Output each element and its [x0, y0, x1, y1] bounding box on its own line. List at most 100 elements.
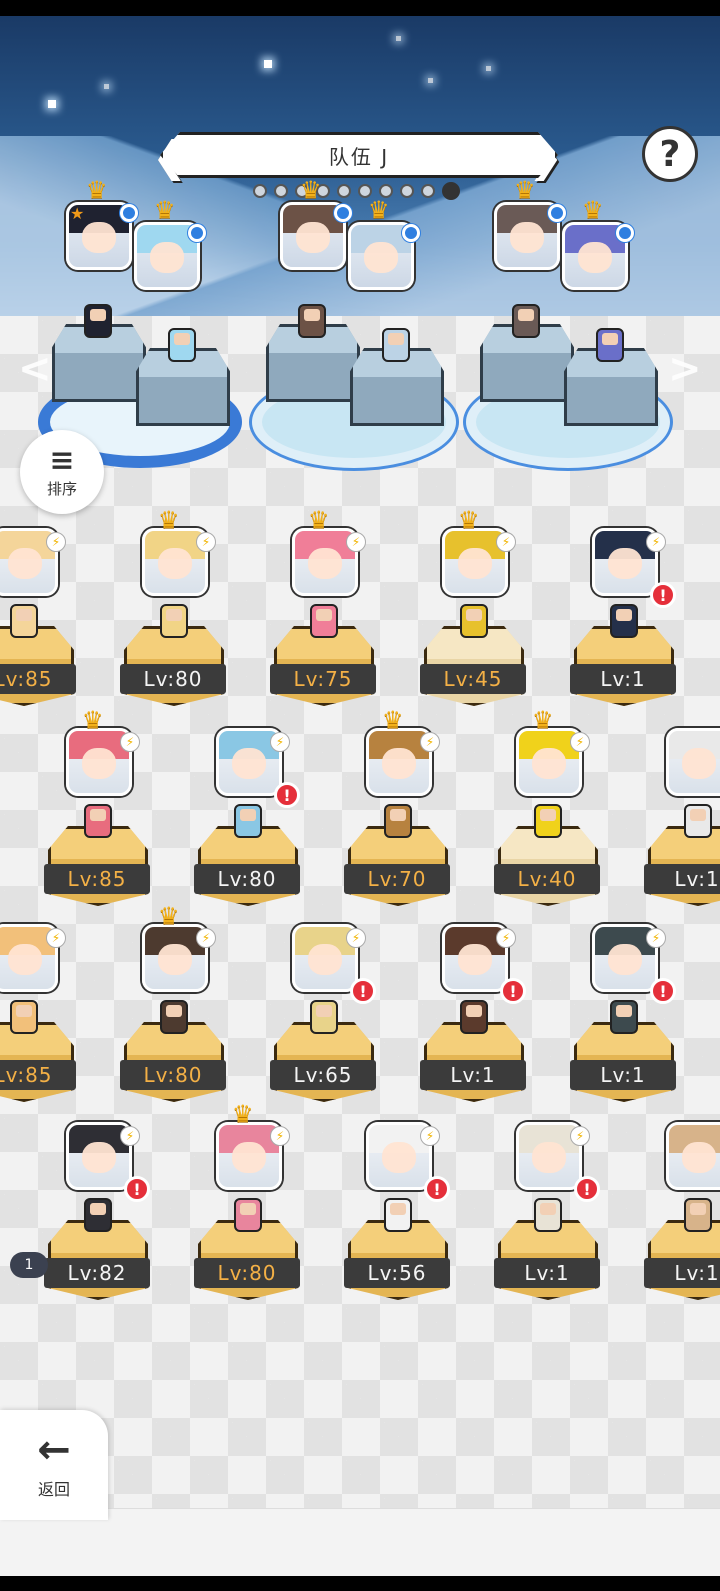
pixel-character-sprite[interactable] [382, 328, 410, 362]
level-label: Lv:1 [570, 664, 676, 694]
level-label: Lv:85 [0, 1060, 76, 1090]
team-slot[interactable]: ♛ ♛ [249, 178, 459, 486]
arrow-left-icon: ← [37, 1427, 71, 1473]
help-button[interactable]: ? [642, 126, 698, 182]
pixel-character-sprite [310, 604, 338, 638]
page-dot[interactable] [400, 184, 414, 198]
roster-character-card[interactable]: ♛ ⚡ Lv:40 [474, 708, 624, 916]
sort-button[interactable]: ≡ 排序 [20, 430, 104, 514]
roster-character-card[interactable]: ♛ ⚡ Lv:80 [100, 508, 250, 716]
sky-star [428, 78, 433, 83]
sky-star [264, 60, 272, 68]
level-label: Lv:1 [644, 1258, 720, 1288]
crown-icon: ♛ [514, 176, 536, 204]
roster-character-card[interactable]: ⚡!Lv:1 [474, 1110, 624, 1310]
crown-icon: ♛ [158, 506, 180, 534]
pixel-character-sprite [384, 804, 412, 838]
alert-icon: ! [424, 1176, 450, 1202]
page-dot[interactable] [337, 184, 351, 198]
roster-character-card[interactable]: ⚡! Lv:65 [250, 912, 400, 1112]
sky-star [48, 100, 56, 108]
level-label: Lv:80 [194, 1258, 300, 1288]
selected-badge-icon [120, 204, 138, 222]
roster-character-card[interactable]: ⚡ Lv:85 [0, 912, 100, 1112]
pixel-character-sprite[interactable] [596, 328, 624, 362]
roster-character-card[interactable]: ♛ ⚡ Lv:70 [324, 708, 474, 916]
roster-character-card[interactable]: ⚡!Lv:1 [550, 912, 700, 1112]
selected-badge-icon [402, 224, 420, 242]
roster-character-card[interactable]: ♛ ⚡ Lv:75 [250, 508, 400, 716]
alert-icon: ! [274, 782, 300, 808]
pixel-character-sprite[interactable] [512, 304, 540, 338]
roster-character-card[interactable]: ⚡!Lv:1 [624, 1110, 720, 1310]
pixel-character-sprite [234, 1198, 262, 1232]
selected-badge-icon [188, 224, 206, 242]
lightning-icon: ⚡ [570, 732, 590, 752]
team-name: 队伍 J [328, 144, 390, 169]
team-page-indicator [253, 182, 460, 200]
back-button[interactable]: ← 返回 [0, 1410, 108, 1520]
lightning-icon: ⚡ [496, 532, 516, 552]
roster-character-card[interactable]: ⚡ Lv:85 [0, 516, 100, 716]
pixel-character-sprite [384, 1198, 412, 1232]
pixel-character-sprite [310, 1000, 338, 1034]
system-navigation-bar [0, 1576, 720, 1591]
team-formation-screen: ❮ ❯ 队伍 J ? < > ♛★♛♛♛♛♛ ≡ 排序 ⚡Lv:85♛⚡Lv:8… [0, 16, 720, 1576]
lightning-icon: ⚡ [570, 1126, 590, 1146]
pixel-character-sprite [460, 604, 488, 638]
lightning-icon: ⚡ [46, 928, 66, 948]
crown-icon: ♛ [582, 196, 604, 224]
lightning-icon: ⚡ [346, 532, 366, 552]
sky-star [396, 36, 401, 41]
selected-badge-icon [616, 224, 634, 242]
alert-icon: ! [124, 1176, 150, 1202]
page-dot[interactable] [274, 184, 288, 198]
roster-character-card[interactable]: ♛ ⚡ Lv:45 [400, 508, 550, 716]
page-dot[interactable] [442, 182, 460, 200]
lightning-icon: ⚡ [46, 532, 66, 552]
pixel-character-sprite [610, 1000, 638, 1034]
level-label: Lv:45 [420, 664, 526, 694]
crown-icon: ♛ [458, 506, 480, 534]
stack-count-badge: 1 [10, 1252, 48, 1278]
roster-character-card[interactable]: ♛ ⚡ Lv:80 [174, 1102, 324, 1310]
crown-icon: ♛ [154, 196, 176, 224]
crown-icon: ♛ [382, 706, 404, 734]
roster-character-card[interactable]: ⚡! Lv:80 [174, 716, 324, 916]
level-label: Lv:56 [344, 1258, 450, 1288]
pixel-character-sprite[interactable] [168, 328, 196, 362]
roster-character-card[interactable]: ⚡!Lv:1 [400, 912, 550, 1112]
page-dot[interactable] [421, 184, 435, 198]
roster-character-card[interactable]: ⚡!Lv:1 [624, 716, 720, 916]
level-label: Lv:82 [44, 1258, 150, 1288]
next-team-arrow-icon[interactable]: > [668, 346, 702, 392]
level-label: Lv:85 [44, 864, 150, 894]
level-label: Lv:40 [494, 864, 600, 894]
roster-character-card[interactable]: ⚡!Lv:1 [550, 516, 700, 716]
level-label: Lv:85 [0, 664, 76, 694]
roster-character-card[interactable]: ♛ ⚡ Lv:85 [24, 708, 174, 916]
roster-character-card[interactable]: ♛ ⚡ Lv:80 [100, 904, 250, 1112]
character-portrait [666, 1122, 720, 1190]
roster-character-card[interactable]: ⚡! Lv:56 [324, 1110, 474, 1310]
pixel-character-sprite [534, 804, 562, 838]
level-label: Lv:1 [570, 1060, 676, 1090]
alert-icon: ! [350, 978, 376, 1004]
selected-badge-icon [548, 204, 566, 222]
roster-character-card[interactable]: ⚡! Lv:82 [24, 1110, 174, 1310]
pixel-character-sprite[interactable] [84, 304, 112, 338]
lightning-icon: ⚡ [420, 1126, 440, 1146]
team-name-banner[interactable]: 队伍 J [160, 132, 558, 178]
level-label: Lv:65 [270, 1060, 376, 1090]
question-icon: ? [659, 133, 681, 175]
page-dot[interactable] [253, 184, 267, 198]
crown-icon: ♛ [300, 176, 322, 204]
sort-icon: ≡ [49, 442, 75, 478]
pixel-character-sprite[interactable] [298, 304, 326, 338]
team-slot[interactable]: ♛ ♛ [463, 178, 673, 486]
pixel-character-sprite [160, 604, 188, 638]
bottom-bar [0, 1508, 720, 1576]
pixel-character-sprite [10, 1000, 38, 1034]
level-label: Lv:1 [420, 1060, 526, 1090]
alert-icon: ! [650, 978, 676, 1004]
